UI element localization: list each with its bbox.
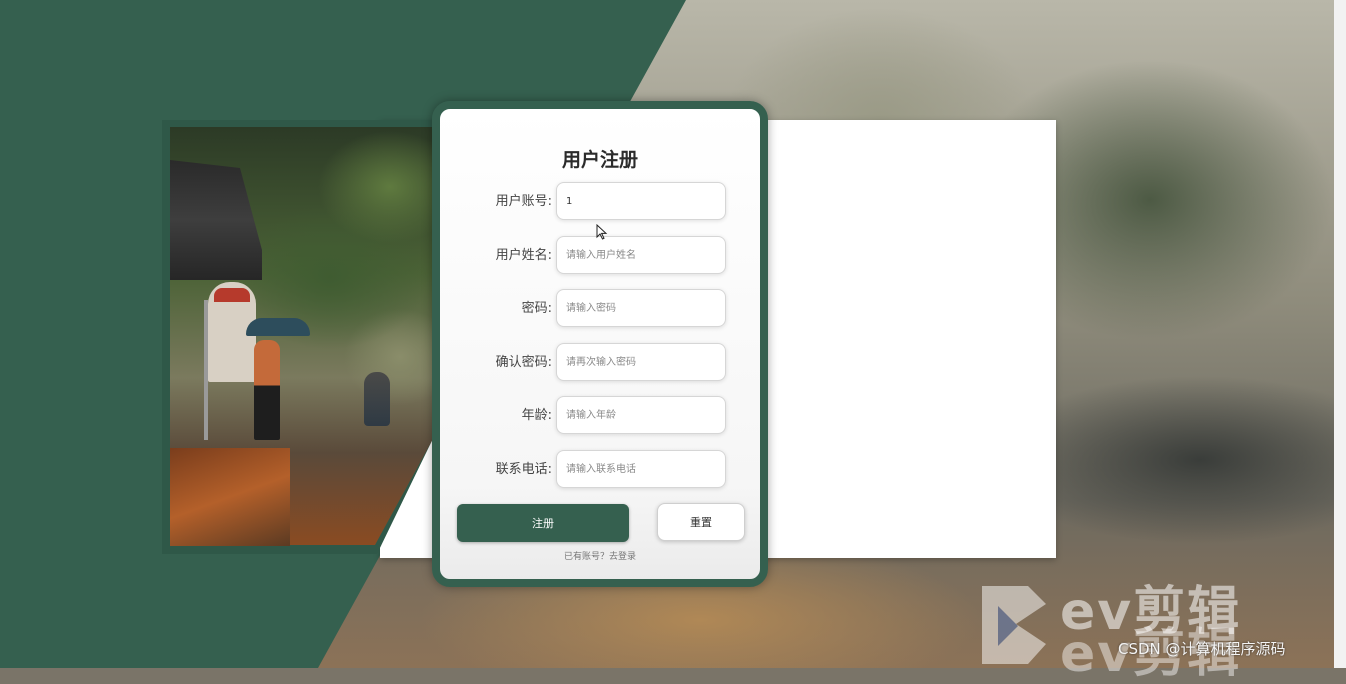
field-row-account: 用户账号:: [440, 182, 760, 222]
mouse-pointer-icon: [596, 224, 608, 240]
password-label: 密码:: [521, 301, 552, 316]
age-input[interactable]: [556, 396, 726, 434]
window-edge: [1334, 0, 1346, 668]
register-card: 用户注册 用户账号: 用户姓名: 密码: 确认密码: 年龄: 联系电话: 注册 …: [432, 101, 768, 587]
name-label: 用户姓名:: [495, 248, 552, 263]
field-row-age: 年龄:: [440, 396, 760, 436]
confirm-password-label: 确认密码:: [495, 355, 552, 370]
scooter-rider: [364, 372, 390, 426]
confirm-password-input[interactable]: [556, 343, 726, 381]
account-input[interactable]: [556, 182, 726, 220]
field-row-name: 用户姓名:: [440, 236, 760, 276]
csdn-credit: CSDN @计算机程序源码: [1118, 640, 1286, 658]
field-row-phone: 联系电话:: [440, 450, 760, 490]
password-input[interactable]: [556, 289, 726, 327]
go-login-link[interactable]: 已有账号？去登录: [440, 549, 760, 562]
phone-label: 联系电话:: [495, 462, 552, 477]
field-row-password: 密码:: [440, 289, 760, 329]
phone-input[interactable]: [556, 450, 726, 488]
account-label: 用户账号:: [495, 194, 552, 209]
age-label: 年龄:: [521, 408, 552, 423]
form-title: 用户注册: [561, 149, 638, 171]
umbrella: [246, 318, 310, 336]
name-input[interactable]: [556, 236, 726, 274]
field-row-confirm-password: 确认密码:: [440, 343, 760, 383]
person-with-umbrella: [254, 340, 280, 440]
wet-curb: [170, 448, 290, 546]
reset-button[interactable]: 重置: [657, 503, 745, 541]
register-button[interactable]: 注册: [457, 504, 629, 542]
